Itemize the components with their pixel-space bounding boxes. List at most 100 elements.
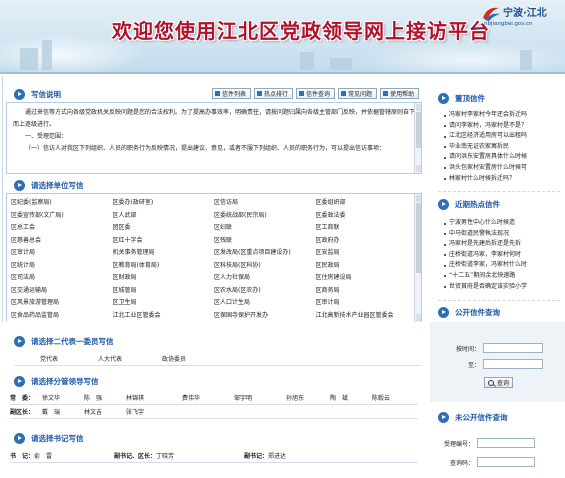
leader-link[interactable]: 张飞宇 [126,407,144,416]
unit-link[interactable]: 区教育局(体育局) [113,260,215,273]
tab-help[interactable]: 使用帮助 [380,88,420,99]
recent-item[interactable]: 江北区经济适用房可以出租吗 [444,131,562,142]
instructions-paragraph: （一）信访人对我区下列组织、人员的职务行为反映情况，提出建议、意见，或者不服下列… [25,145,386,152]
unit-link[interactable]: 区城管局 [113,285,215,298]
unit-link[interactable]: 区委政法委 [316,210,418,223]
unit-link[interactable]: 区残联 [214,235,316,248]
unit-link[interactable]: 区妇联 [214,222,316,235]
tab-letter-query[interactable]: 信件查询 [296,88,336,99]
unit-link[interactable]: 区安监局 [316,247,418,260]
unit-link[interactable]: 区食品药品监管局 [11,310,113,323]
recent-header: 置顶信件 [438,90,485,106]
leader-link[interactable]: 邹宇明 [234,393,286,402]
leader-link[interactable]: 孙旭东 [286,393,330,402]
unit-link[interactable]: 区审计局 [316,297,418,310]
scroll-thumb[interactable] [416,203,421,273]
unit-link[interactable]: 区慈善总会 [11,235,113,248]
unit-link[interactable]: 区红十字会 [113,235,215,248]
unit-link[interactable]: 区统计局 [11,260,113,273]
leader-link[interactable]: 陈 强 [84,393,126,402]
unit-link[interactable]: 江北工业区管委会 [113,310,215,323]
unit-link[interactable]: 区司法局 [11,272,113,285]
unit-link[interactable]: 区纪委(监察局) [11,197,113,210]
unit-link[interactable]: 区保国寺保护开发办 [214,310,316,323]
rep-party-link[interactable]: 党代表 [40,354,58,363]
recent-item[interactable]: 林家村什么时候拆迁吗？ [444,174,562,185]
recent-item[interactable]: 请问洪东安置房具体什么时候 [444,152,562,163]
leader-link[interactable]: 林锦祺 [126,393,182,402]
hot-item[interactable]: 庄桥街道冯家，李家村何时 [444,250,562,261]
unit-link[interactable]: 区委组织部 [316,197,418,210]
scroll-up-icon[interactable] [416,195,421,202]
unit-link[interactable]: 区人口计生局 [214,297,316,310]
hot-item[interactable]: 庄桥街道李家，冯家村什么时 [444,260,562,271]
unit-link[interactable]: 区科技局(区科协) [214,260,316,273]
tab-hot-ranking[interactable]: 热点排行 [254,88,294,99]
leader-link[interactable]: 费伟华 [182,393,234,402]
hot-item[interactable]: 宁波男性中心什么时候造 [444,218,562,229]
leader-link[interactable]: 陈毅云 [372,393,390,402]
unit-link[interactable]: 区发改局(区重点项目建设办) [214,247,316,260]
unit-link[interactable]: 区政府办 [316,235,418,248]
unit-link[interactable]: 团区委 [113,222,215,235]
rep-npc-link[interactable]: 人大代表 [98,354,122,363]
unit-link[interactable]: 机关事务管理局 [113,247,215,260]
leader-link[interactable]: 陶 斌 [330,393,372,402]
tab-faq[interactable]: 常见问题 [338,88,378,99]
accept-no-input[interactable] [477,438,535,448]
unit-link[interactable]: 区交通运输局 [11,285,113,298]
recent-item[interactable]: 请问李家村，冯家村是不是？ [444,121,562,132]
unit-link[interactable]: 区财政局 [113,272,215,285]
scroll-up-icon[interactable] [416,104,421,111]
rep-cppcc-link[interactable]: 政协委员 [162,354,186,363]
unit-link[interactable]: 区卫生局 [113,297,215,310]
arrow-icon [438,306,449,318]
hot-item[interactable]: 冯家村是先建后拆还是先拆 [444,239,562,250]
leader-link[interactable]: 戴 瑞 [42,407,84,416]
search-button[interactable]: 查询 [484,377,514,388]
unit-link[interactable]: 区总工会 [11,222,113,235]
recent-item[interactable]: 洪头包家村安置房什么时候可 [444,163,562,174]
unit-link[interactable]: 区审计局 [11,247,113,260]
public-search-panel: 按时间： 至： 查询 [430,322,565,402]
unit-link[interactable]: 区风景旅游管理局 [11,297,113,310]
recent-item[interactable]: 冯家村李家村今年还会拆迁吗 [444,110,562,121]
date-from-input[interactable] [483,343,543,353]
header-banner: 欢迎您使用江北区党政领导网上接访平台 宁波·江北 nbjiangbei.gov.… [0,0,565,74]
hot-item[interactable]: 世贸首府是否确定该实验小学 [444,282,562,293]
scroll-down-icon[interactable] [416,314,421,321]
units-scrollbar[interactable] [414,194,421,322]
unit-link[interactable]: 区工商联 [316,222,418,235]
unit-link[interactable]: 区委宣传部(文广局) [11,210,113,223]
recent-list: 冯家村李家村今年还会拆迁吗 请问李家村，冯家村是不是？ 江北区经济适用房可以出租… [444,110,562,184]
hot-item[interactable]: 中马街道民警執法现况 [444,229,562,240]
secretary-link[interactable]: 俞 雷 [34,451,114,460]
instructions-scrollbar[interactable] [414,103,421,173]
unit-link[interactable]: 区商务局 [316,285,418,298]
tab-letter-list[interactable]: 信件列表 [212,88,252,99]
unit-link[interactable]: 江北高新技术产业园区管委会 [316,310,418,323]
mayor-link[interactable]: 丁晓芳 [156,451,244,460]
leaders-row-standing: 常 委： 徐文华 陈 强 林锦祺 费伟华 邹宇明 孙旭东 陶 斌 陈毅云 [10,391,418,405]
unit-link[interactable]: 区人力社保局 [214,272,316,285]
tab-label: 信件列表 [222,91,247,98]
unit-link[interactable]: 区住房建设局 [316,272,418,285]
query-code-input[interactable] [477,457,535,467]
arrow-icon [14,432,25,444]
leader-link[interactable]: 林文吉 [84,407,126,416]
recent-item[interactable]: 毕业南无证农家寓拆民 [444,142,562,153]
unit-link[interactable]: 区人武部 [113,210,215,223]
deputy-secretary-link[interactable]: 郑进达 [268,451,286,460]
unit-link[interactable]: 区信访局 [214,197,316,210]
unit-link[interactable]: 区委统战部(民宗局) [214,210,316,223]
unit-link[interactable]: 区农水局(区农办) [214,285,316,298]
scroll-down-icon[interactable] [416,165,421,172]
date-to-input[interactable] [483,359,543,369]
hot-item[interactable]: “十二五”期间余北快速路 [444,271,562,282]
scroll-thumb[interactable] [416,112,421,148]
unit-link[interactable]: 区民政局 [316,260,418,273]
square-bullet-icon [215,91,220,96]
deputy-secretary-label: 副书记： [244,453,269,460]
unit-link[interactable]: 区委办(政研室) [113,197,215,210]
leader-link[interactable]: 徐文华 [42,393,84,402]
